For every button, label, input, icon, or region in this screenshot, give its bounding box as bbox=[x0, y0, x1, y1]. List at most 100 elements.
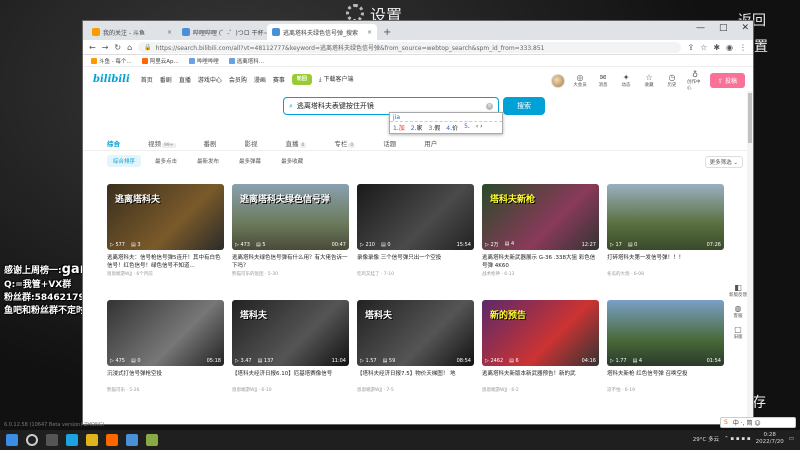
game-app-icon[interactable] bbox=[146, 434, 158, 446]
header-icon-creator[interactable]: ♁ 创作中心 bbox=[687, 70, 703, 91]
folder-icon[interactable] bbox=[86, 434, 98, 446]
video-card[interactable]: 逃离塔科夫 ▷ 577 ▤ 3 逃离塔科夫：信号枪信号弹5连开！其中有白色信号！… bbox=[107, 184, 224, 294]
browser-app-icon[interactable] bbox=[126, 434, 138, 446]
video-thumbnail[interactable]: ▷ 475 ▤ 0 05:18 bbox=[107, 300, 224, 366]
reload-icon[interactable]: ↻ bbox=[114, 43, 121, 52]
ime-candidate[interactable]: 5. bbox=[464, 123, 470, 132]
search-button[interactable]: 搜索 bbox=[503, 97, 545, 115]
tab-film[interactable]: 影视 bbox=[245, 138, 258, 148]
video-card[interactable]: 塔科夫 ▷ 3.47 ▤ 137 11:04 【塔科夫经济日报6.10】厄基塔赛… bbox=[232, 300, 349, 410]
bilibili-logo[interactable]: bilibili bbox=[93, 74, 130, 85]
header-icon-messages[interactable]: ✉ 消息 bbox=[595, 73, 611, 88]
douyu-app-icon[interactable] bbox=[106, 434, 118, 446]
nav-item[interactable]: 赛事 bbox=[273, 75, 285, 84]
video-thumbnail[interactable]: ▷ 210 ▤ 0 15:54 bbox=[357, 184, 474, 250]
menu-icon[interactable]: ⋮ bbox=[739, 43, 747, 52]
video-title[interactable]: 逃离塔科夫绿色信号弹有什么用？有大佬告诉一下吗？ bbox=[232, 254, 349, 270]
video-meta[interactable]: 吃鸡又挂了 · 7-10 bbox=[357, 271, 474, 277]
share-icon[interactable]: ⇪ bbox=[687, 43, 694, 52]
ime-candidate[interactable]: 4.价 bbox=[446, 123, 458, 132]
video-title[interactable]: 沉浸式打信号弹枪空投 bbox=[107, 370, 224, 386]
video-thumbnail[interactable]: 逃离塔科夫绿色信号弹 ▷ 473 ▤ 5 00:47 bbox=[232, 184, 349, 250]
video-card[interactable]: ▷ 210 ▤ 0 15:54 录像录像 三个信号弹只出一个空投 吃鸡又挂了 ·… bbox=[357, 184, 474, 294]
close-window-button[interactable]: ✕ bbox=[741, 23, 749, 33]
download-client-link[interactable]: ⤓ 下载客户端 bbox=[319, 74, 354, 84]
bookmark-item[interactable]: 逃离塔科... bbox=[228, 57, 264, 65]
vertical-scrollbar[interactable] bbox=[747, 91, 753, 421]
video-title[interactable]: 塔科夫新枪 红色信号弹 召唤空投 bbox=[607, 370, 724, 386]
scrollbar-thumb[interactable] bbox=[748, 93, 752, 143]
tray-icons[interactable]: ⌃ ▪ ▪ ▪ ▪ bbox=[724, 436, 751, 442]
bookmark-item[interactable]: 斗鱼 - 每个... bbox=[91, 57, 132, 65]
ime-candidate[interactable]: 3.假 bbox=[429, 123, 441, 132]
nav-item[interactable]: 首页 bbox=[141, 75, 153, 84]
ime-page-arrows[interactable]: ‹ › bbox=[476, 123, 483, 132]
sort-chip[interactable]: 综合排序 bbox=[107, 155, 142, 167]
video-thumbnail[interactable]: ▷ 1.77 ▤ 4 01:54 bbox=[607, 300, 724, 366]
video-thumbnail[interactable]: ▷ 17 ▤ 0 07:26 bbox=[607, 184, 724, 250]
more-filters-button[interactable]: 更多筛选 ⌄ bbox=[704, 156, 743, 168]
back-arrow-icon[interactable]: ← bbox=[89, 43, 96, 52]
ime-candidate[interactable]: 2.家 bbox=[411, 123, 423, 132]
video-meta[interactable]: 冬瓜的大炮 · 6-08 bbox=[607, 271, 724, 277]
video-card[interactable]: 塔科夫新枪 ▷ 2万 ▤ 4 12:27 逃离塔科夫新武器展示 G-36 .33… bbox=[482, 184, 599, 294]
sort-chip[interactable]: 最新发布 bbox=[191, 155, 225, 167]
support-button[interactable]: ◍ 客服 bbox=[734, 304, 743, 319]
home-icon[interactable]: ⌂ bbox=[127, 43, 132, 52]
profile-icon[interactable]: ◉ bbox=[726, 43, 733, 52]
avatar[interactable] bbox=[551, 73, 566, 88]
video-title[interactable]: 逃离塔科夫：信号枪信号弹5连开！其中有白色信号！红色信号！绿色信号不知道... bbox=[107, 254, 224, 270]
video-meta[interactable]: 恩恩端游WJJ · 6-10 bbox=[232, 387, 349, 393]
windows-start-icon[interactable] bbox=[6, 434, 18, 446]
forward-arrow-icon[interactable]: → bbox=[102, 43, 109, 52]
video-thumbnail[interactable]: 塔科夫 ▷ 1.57 ▤ 59 08:54 bbox=[357, 300, 474, 366]
video-card[interactable]: ▷ 17 ▤ 0 07:26 打碎塔科夫第一发信号弹！！！ 冬瓜的大炮 · 6-… bbox=[607, 184, 724, 294]
video-thumbnail[interactable]: 塔科夫新枪 ▷ 2万 ▤ 4 12:27 bbox=[482, 184, 599, 250]
video-title[interactable]: 逃离塔科夫新版本新武器预告！新的武 bbox=[482, 370, 599, 386]
video-title[interactable]: 【塔科夫经济日报6.10】厄基塔赛像信号 bbox=[232, 370, 349, 386]
minimize-button[interactable]: — bbox=[696, 23, 705, 33]
video-thumbnail[interactable]: 塔科夫 ▷ 3.47 ▤ 137 11:04 bbox=[232, 300, 349, 366]
star-icon[interactable]: ☆ bbox=[700, 43, 707, 52]
header-icon-history[interactable]: ◷ 历史 bbox=[664, 73, 680, 88]
url-field[interactable]: 🔒 https://search.bilibili.com/all?vt=4811… bbox=[138, 41, 682, 53]
edge-icon[interactable] bbox=[66, 434, 78, 446]
ime-candidate[interactable]: 1.加 bbox=[393, 123, 405, 132]
clear-search-icon[interactable]: × bbox=[486, 102, 493, 110]
extensions-icon[interactable]: ✱ bbox=[713, 43, 720, 52]
tab-user[interactable]: 用户 bbox=[424, 138, 437, 148]
new-tab-button[interactable]: + bbox=[377, 27, 397, 40]
notification-icon[interactable]: ▭ bbox=[789, 436, 794, 442]
search-taskbar-icon[interactable] bbox=[26, 434, 38, 446]
promo-badge[interactable]: 轮回 bbox=[291, 73, 312, 85]
header-icon-vip[interactable]: ◎ 大会员 bbox=[572, 73, 588, 88]
header-icon-dynamic[interactable]: ✦ 动态 bbox=[618, 73, 634, 88]
tab-all[interactable]: 综合 bbox=[107, 138, 120, 148]
video-thumbnail[interactable]: 逃离塔科夫 ▷ 577 ▤ 3 bbox=[107, 184, 224, 250]
feedback-button[interactable]: ◧ 新版反馈 bbox=[729, 283, 747, 298]
video-meta[interactable]: 凉不怕 · 6-19 bbox=[607, 387, 724, 393]
old-version-button[interactable]: ▢ 旧版 bbox=[734, 325, 743, 340]
nav-item[interactable]: 漫画 bbox=[254, 75, 266, 84]
video-meta[interactable]: 熊猫可乐的饭团 · 5-30 bbox=[232, 271, 349, 277]
nav-item[interactable]: 会员购 bbox=[229, 75, 247, 84]
video-meta[interactable]: 恩恩端游WJJ · 6-2 bbox=[482, 387, 599, 393]
browser-tab-active[interactable]: 逃离塔科夫绿色信号弹_搜索 × bbox=[267, 24, 377, 40]
video-card[interactable]: 新的预告 ▷ 2462 ▤ 6 04:16 逃离塔科夫新版本新武器预告！新的武 … bbox=[482, 300, 599, 410]
tab-topic[interactable]: 话题 bbox=[383, 138, 396, 148]
ime-status-bar[interactable]: S中 ·, 简 ☺ bbox=[720, 417, 796, 428]
task-view-icon[interactable] bbox=[46, 434, 58, 446]
video-meta[interactable]: 恩恩端游WJJ · 6个月前 bbox=[107, 271, 224, 277]
tab-article[interactable]: 专栏 0 bbox=[334, 138, 356, 148]
tab-live[interactable]: 直播 0 bbox=[286, 138, 307, 148]
upload-button[interactable]: ⇧ 投稿 bbox=[710, 73, 745, 88]
browser-tab[interactable]: 我的关注 - 斗鱼 × bbox=[87, 24, 177, 40]
video-title[interactable]: 逃离塔科夫新武器展示 G-36 .338大狙 彩色信号弹 4K60 bbox=[482, 254, 599, 270]
nav-item[interactable]: 番剧 bbox=[160, 75, 172, 84]
video-title[interactable]: 【塔科夫经济日报7.5】物价天梯图！ 地 bbox=[357, 370, 474, 386]
video-card[interactable]: 逃离塔科夫绿色信号弹 ▷ 473 ▤ 5 00:47 逃离塔科夫绿色信号弹有什么… bbox=[232, 184, 349, 294]
video-meta[interactable]: 熊猫可乐 · 5-26 bbox=[107, 387, 224, 393]
close-tab-icon[interactable]: × bbox=[367, 29, 372, 36]
sort-chip[interactable]: 最多弹幕 bbox=[233, 155, 267, 167]
weather-label[interactable]: 29°C 多云 bbox=[693, 435, 719, 443]
